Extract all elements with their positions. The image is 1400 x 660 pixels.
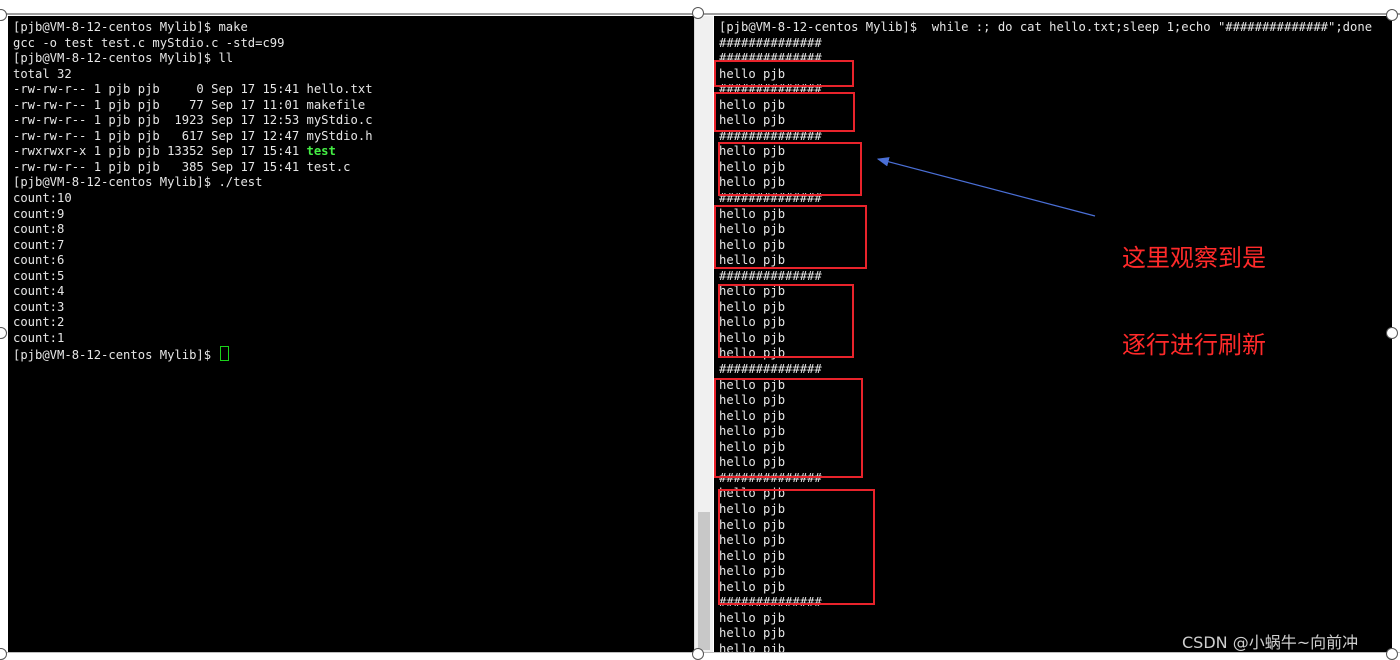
highlight-box-group-7 — [718, 489, 875, 605]
resize-handle-middle-left[interactable] — [0, 327, 7, 339]
resize-handle-bottom-middle[interactable] — [692, 648, 704, 660]
resize-handle-top-left[interactable] — [0, 9, 7, 21]
terminal-cursor — [220, 346, 230, 362]
terminal-line-text: -rw-rw-r-- 1 pjb pjb 77 Sep 17 11:01 mak… — [13, 97, 366, 112]
terminal-line: hello pjb — [719, 611, 1372, 627]
terminal-line-text: count:8 — [13, 222, 65, 237]
highlight-box-group-6 — [714, 378, 863, 478]
terminal-line: count:9 — [13, 207, 373, 223]
terminal-line-text: -rw-rw-r-- 1 pjb pjb 0 Sep 17 15:41 hell… — [13, 82, 373, 97]
annotation-text: 这里观察到是 逐行进行刷新 — [1122, 186, 1266, 389]
terminal-line-text: -rw-rw-r-- 1 pjb pjb 385 Sep 17 15:41 te… — [13, 159, 351, 174]
terminal-line-text: count:2 — [13, 315, 65, 330]
terminal-line-text: [pjb@VM-8-12-centos Mylib]$ — [13, 348, 219, 363]
terminal-line: [pjb@VM-8-12-centos Mylib]$ ./test — [13, 175, 373, 191]
terminal-line: [pjb@VM-8-12-centos Mylib]$ — [13, 346, 373, 362]
terminal-line: -rw-rw-r-- 1 pjb pjb 385 Sep 17 15:41 te… — [13, 160, 373, 176]
terminal-line-text: hello pjb — [719, 610, 786, 625]
terminal-line-text: count:6 — [13, 253, 65, 268]
terminal-line: -rwxrwxr-x 1 pjb pjb 13352 Sep 17 15:41 … — [13, 144, 373, 160]
terminal-line: -rw-rw-r-- 1 pjb pjb 77 Sep 17 11:01 mak… — [13, 98, 373, 114]
terminal-line: count:3 — [13, 300, 373, 316]
terminal-line: count:4 — [13, 284, 373, 300]
left-pane-scrollbar[interactable] — [694, 16, 713, 653]
terminal-line-text: ############## — [719, 362, 822, 377]
left-terminal-pane[interactable]: [pjb@VM-8-12-centos Mylib]$ make gcc -o t… — [8, 16, 694, 653]
terminal-line-text: total 32 — [13, 66, 72, 81]
terminal-line-text: count:4 — [13, 284, 65, 299]
terminal-line: [pjb@VM-8-12-centos Mylib]$ make — [13, 20, 373, 36]
terminal-line-text: [pjb@VM-8-12-centos Mylib]$ ll — [13, 51, 234, 66]
highlight-box-group-4 — [714, 205, 867, 269]
terminal-line-text: count:3 — [13, 299, 65, 314]
terminal-line-text: count:9 — [13, 206, 65, 221]
terminal-line: total 32 — [13, 67, 373, 83]
terminal-line-text: -rw-rw-r-- 1 pjb pjb 1923 Sep 17 12:53 m… — [13, 113, 373, 128]
terminal-line-text: ############## — [719, 268, 822, 283]
terminal-line: count:6 — [13, 253, 373, 269]
terminal-line-text: -rw-rw-r-- 1 pjb pjb 617 Sep 17 12:47 my… — [13, 128, 373, 143]
terminal-line: -rw-rw-r-- 1 pjb pjb 1923 Sep 17 12:53 m… — [13, 113, 373, 129]
terminal-line: count:7 — [13, 238, 373, 254]
executable-filename: test — [306, 144, 336, 159]
terminal-line: ############## — [719, 36, 1372, 52]
terminal-line: -rw-rw-r-- 1 pjb pjb 0 Sep 17 15:41 hell… — [13, 82, 373, 98]
left-terminal-output: [pjb@VM-8-12-centos Mylib]$ make gcc -o t… — [13, 20, 373, 362]
terminal-line: count:5 — [13, 269, 373, 285]
scrollbar-thumb[interactable] — [698, 512, 710, 650]
terminal-line-text: hello pjb — [719, 626, 786, 641]
terminal-line: [pjb@VM-8-12-centos Mylib]$ ll — [13, 51, 373, 67]
terminal-line-text: count:5 — [13, 268, 65, 283]
terminal-line: [pjb@VM-8-12-centos Mylib]$ while :; do … — [719, 20, 1372, 36]
annotation-line-1: 这里观察到是 — [1122, 244, 1266, 272]
terminal-line-text: [pjb@VM-8-12-centos Mylib]$ ./test — [13, 175, 263, 190]
terminal-line-text: [pjb@VM-8-12-centos Mylib]$ make — [13, 20, 248, 34]
terminal-line: gcc -o test test.c myStdio.c -std=c99 — [13, 36, 373, 52]
terminal-line: ############## — [719, 362, 1372, 378]
resize-handle-bottom-right[interactable] — [1386, 648, 1398, 660]
terminal-line: count:1 — [13, 331, 373, 347]
highlight-box-group-3 — [718, 142, 862, 196]
highlight-box-group-5 — [718, 284, 854, 358]
terminal-line-text: count:7 — [13, 237, 65, 252]
highlight-box-group-1 — [714, 60, 854, 87]
terminal-line-text: count:1 — [13, 330, 65, 345]
terminal-line-text: count:10 — [13, 191, 72, 206]
terminal-line: count:10 — [13, 191, 373, 207]
terminal-line: count:2 — [13, 315, 373, 331]
resize-handle-top-right[interactable] — [1386, 9, 1398, 21]
resize-handle-bottom-left[interactable] — [0, 648, 7, 660]
annotation-line-2: 逐行进行刷新 — [1122, 331, 1266, 359]
csdn-watermark: CSDN @小蜗牛~向前冲 — [1182, 633, 1359, 652]
terminal-line-text: [pjb@VM-8-12-centos Mylib]$ while :; do … — [719, 20, 1373, 34]
terminal-line-text: gcc -o test test.c myStdio.c -std=c99 — [13, 35, 285, 50]
resize-handle-top-middle[interactable] — [692, 7, 704, 19]
highlight-box-group-2 — [714, 92, 855, 132]
terminal-line: ############## — [719, 269, 1372, 285]
terminal-line: -rw-rw-r-- 1 pjb pjb 617 Sep 17 12:47 my… — [13, 129, 373, 145]
resize-handle-middle-right[interactable] — [1386, 327, 1398, 339]
terminal-line-text: ############## — [719, 35, 822, 50]
terminal-line-text: -rwxrwxr-x 1 pjb pjb 13352 Sep 17 15:41 — [13, 144, 307, 159]
terminal-line: count:8 — [13, 222, 373, 238]
